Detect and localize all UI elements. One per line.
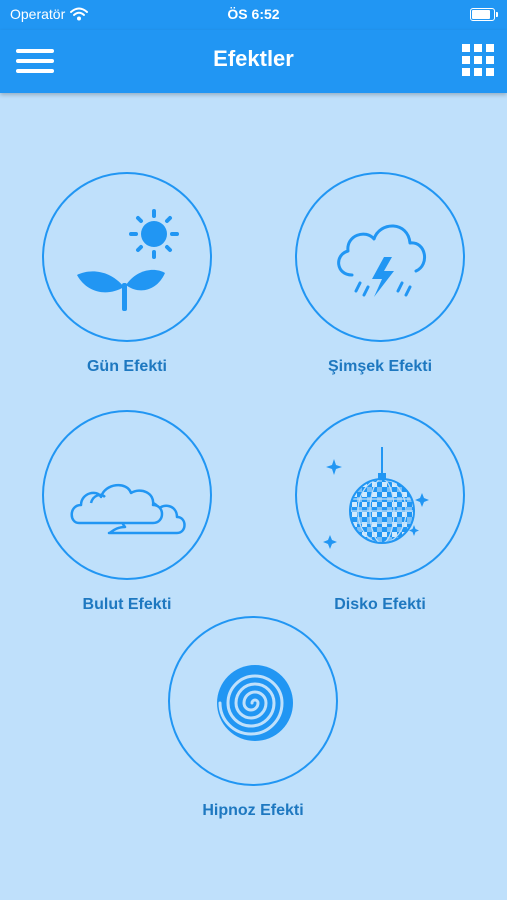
- disco-ball-icon: [323, 447, 429, 549]
- effect-gun-button[interactable]: Gün Efekti: [27, 172, 227, 392]
- nav-bar: Efektler: [0, 30, 507, 93]
- spiral-icon: [217, 665, 293, 741]
- effect-simsek-label: Şimşek Efekti: [327, 358, 433, 375]
- effect-disko-circle[interactable]: [295, 410, 465, 580]
- page-title: Efektler: [213, 46, 294, 71]
- battery-icon: [470, 8, 498, 21]
- effect-hipnoz-label: Hipnoz Efekti: [202, 802, 304, 819]
- effect-bulut-label: Bulut Efekti: [82, 596, 172, 613]
- effect-gun-circle[interactable]: [42, 172, 212, 342]
- effect-hipnoz-button[interactable]: Hipnoz Efekti: [153, 616, 353, 836]
- battery-level: [472, 10, 490, 19]
- effect-disko-button[interactable]: Disko Efekti: [280, 410, 480, 630]
- effect-simsek-circle[interactable]: [295, 172, 465, 342]
- effect-bulut-button[interactable]: Bulut Efekti: [27, 410, 227, 630]
- sun-plant-icon: [77, 209, 179, 311]
- effect-hipnoz-circle[interactable]: [168, 616, 338, 786]
- effect-simsek-button[interactable]: Şimşek Efekti: [280, 172, 480, 392]
- thunderstorm-icon: [337, 224, 426, 297]
- grid-icon[interactable]: [462, 44, 494, 76]
- effect-gun-label: Gün Efekti: [86, 358, 167, 375]
- effect-disko-label: Disko Efekti: [334, 596, 426, 613]
- status-bar: Operatör ÖS 6:52: [0, 0, 507, 30]
- status-time: ÖS 6:52: [227, 6, 280, 22]
- clouds-icon: [70, 484, 186, 535]
- effect-bulut-circle[interactable]: [42, 410, 212, 580]
